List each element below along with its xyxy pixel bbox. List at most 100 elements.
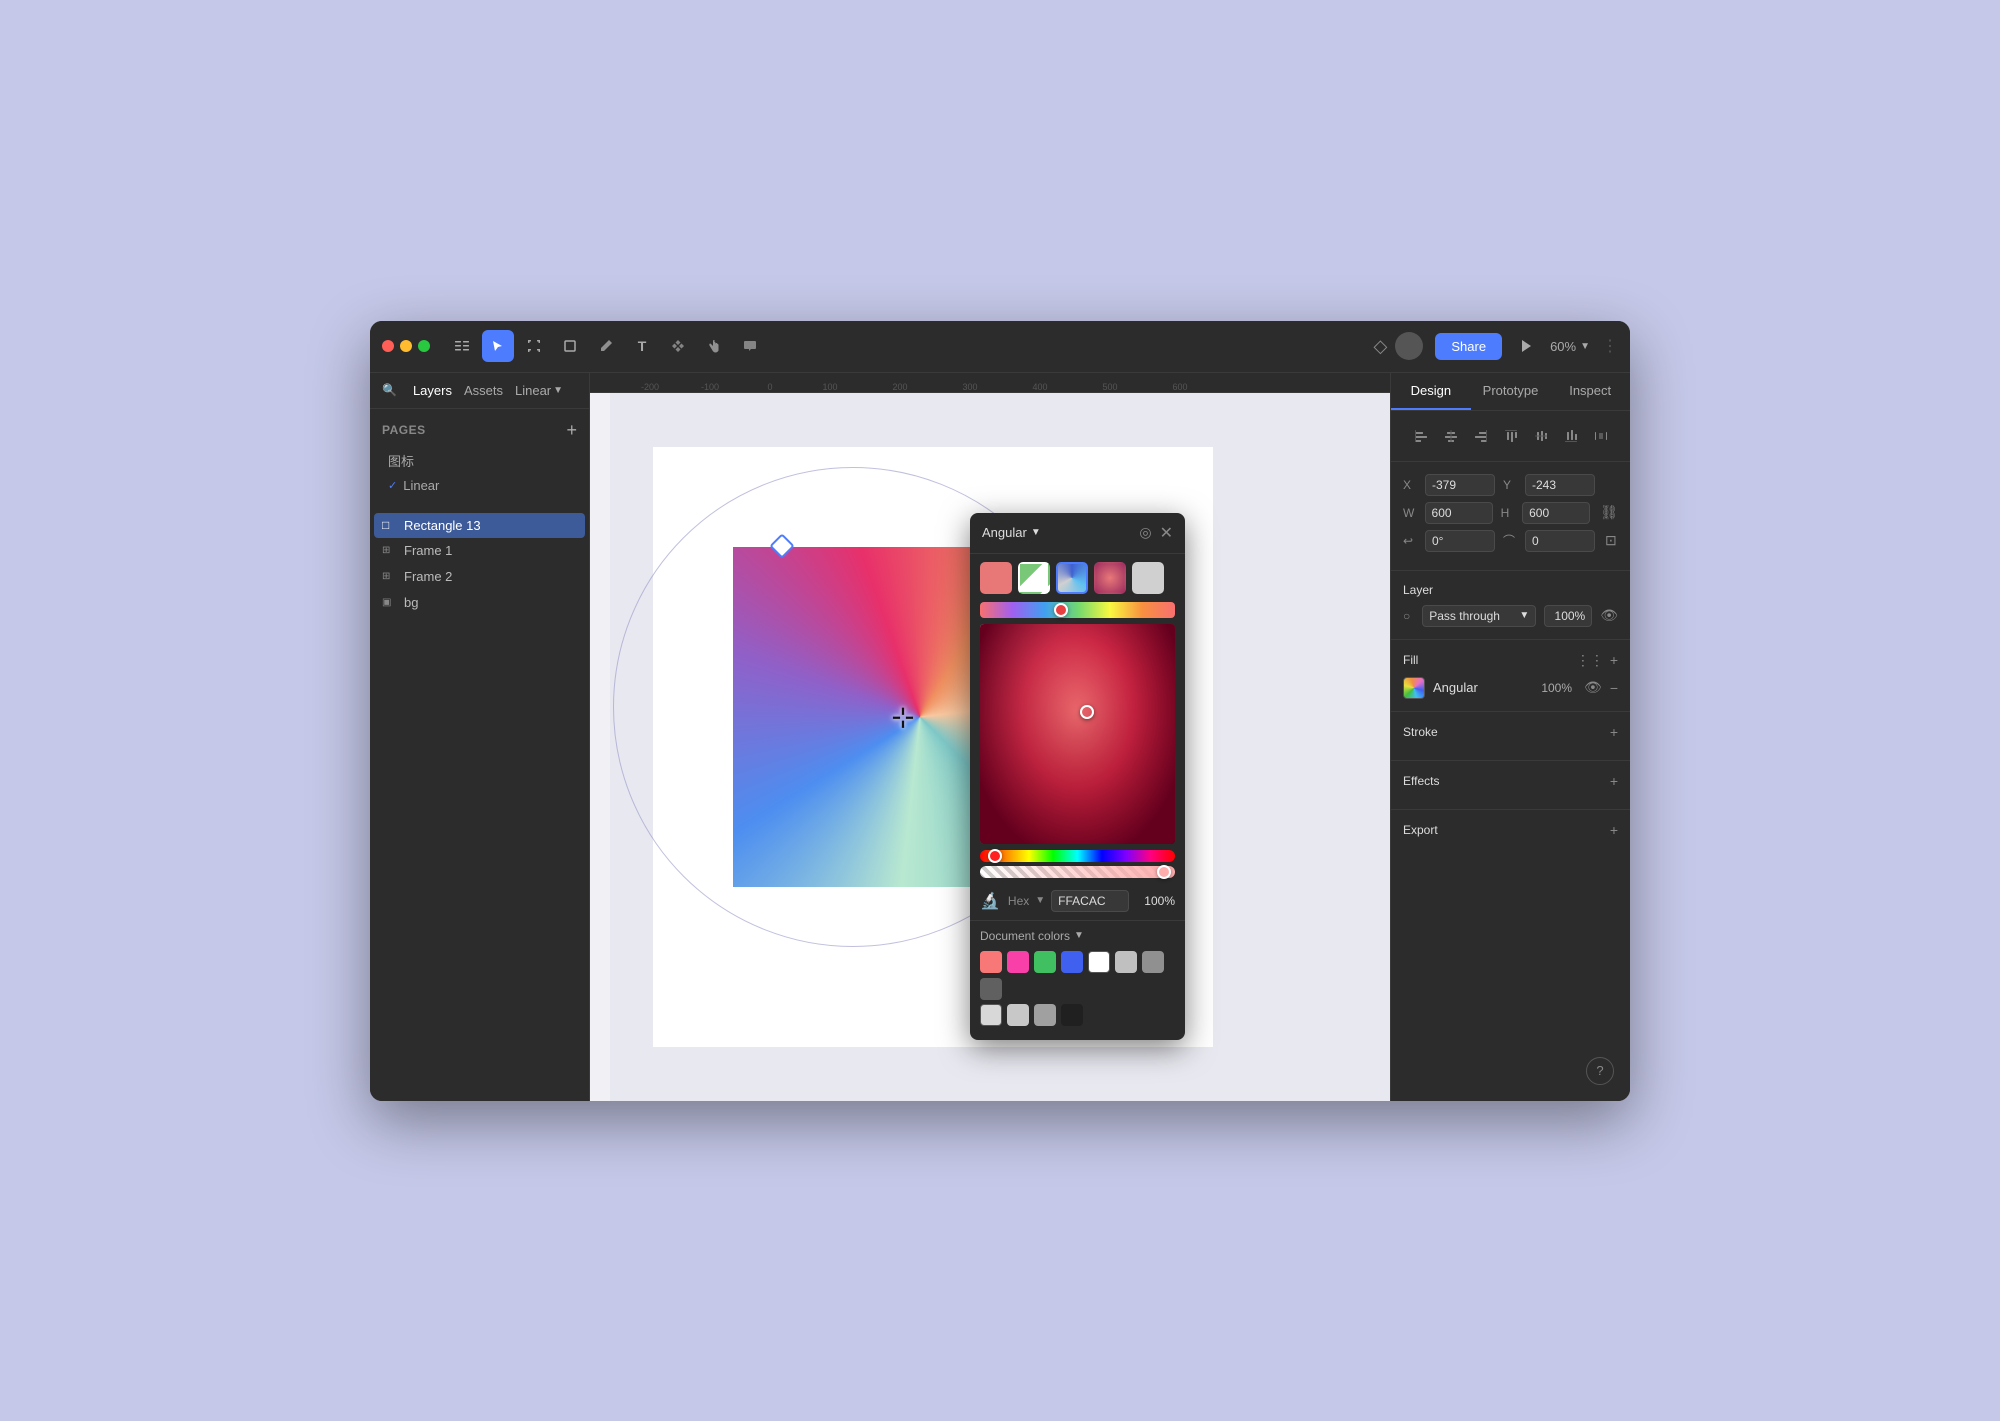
cp-type-solid[interactable] [980, 562, 1012, 594]
doc-swatch[interactable] [980, 1004, 1002, 1026]
export-section: Export + [1391, 810, 1630, 858]
menu-tool-button[interactable] [446, 330, 478, 362]
add-page-button[interactable]: + [566, 421, 577, 439]
effects-section-actions: + [1610, 773, 1618, 789]
hand-tool-button[interactable] [698, 330, 730, 362]
fill-type-label[interactable]: Angular [1433, 680, 1533, 695]
distribute-h-button[interactable] [1588, 423, 1614, 449]
layer-frame2[interactable]: ⊞ Frame 2 〜 [374, 564, 585, 590]
help-button[interactable]: ? [1586, 1057, 1614, 1085]
search-icon[interactable]: 🔍 [382, 383, 397, 397]
pen-tool-button[interactable] [590, 330, 622, 362]
cp-hue-bar[interactable] [980, 850, 1175, 862]
doc-swatch[interactable] [1088, 951, 1110, 973]
align-center-v-button[interactable] [1528, 423, 1554, 449]
cp-type-radial[interactable] [1094, 562, 1126, 594]
shape-tool-button[interactable] [554, 330, 586, 362]
comment-tool-button[interactable] [734, 330, 766, 362]
diamond-icon[interactable]: ◇ [1374, 336, 1388, 357]
expand-corners-button[interactable]: ⊡ [1605, 532, 1617, 549]
doc-swatch[interactable] [1007, 1004, 1029, 1026]
add-fill-button[interactable]: + [1610, 652, 1618, 669]
color-picker-popup: Angular ▼ ◎ ✕ [970, 513, 1185, 1040]
align-top-button[interactable] [1498, 423, 1524, 449]
layer-frame1[interactable]: ⊞ Frame 1 〜 [374, 538, 585, 564]
remove-fill-button[interactable]: − [1610, 680, 1618, 696]
align-bottom-button[interactable] [1558, 423, 1584, 449]
layers-tab[interactable]: Layers [413, 381, 452, 400]
close-button[interactable] [382, 340, 394, 352]
cp-gradient-handle[interactable] [1054, 603, 1068, 617]
doc-swatch[interactable] [1115, 951, 1137, 973]
doc-swatch[interactable] [1007, 951, 1029, 973]
h-input[interactable]: 600 [1522, 502, 1590, 524]
gradient-handle-top[interactable] [769, 533, 794, 558]
frame-tool-button[interactable] [518, 330, 550, 362]
minimize-button[interactable] [400, 340, 412, 352]
doc-swatch[interactable] [1061, 951, 1083, 973]
tab-design[interactable]: Design [1391, 373, 1471, 410]
visibility-toggle[interactable]: 👁 [1600, 607, 1618, 624]
breadcrumb[interactable]: Linear ▼ [515, 383, 563, 398]
add-stroke-button[interactable]: + [1610, 724, 1618, 740]
cp-doc-colors: Document colors ▼ [970, 929, 1185, 1040]
cp-doc-title[interactable]: Document colors ▼ [980, 929, 1175, 943]
x-input[interactable]: -379 [1425, 474, 1495, 496]
opacity-input[interactable]: 100% [1135, 894, 1175, 908]
align-left-button[interactable] [1408, 423, 1434, 449]
page-item-linear[interactable]: ✓ Linear [382, 474, 577, 497]
fill-visibility-icon[interactable]: 👁 [1584, 679, 1602, 696]
tab-inspect[interactable]: Inspect [1550, 373, 1630, 410]
y-input[interactable]: -243 [1525, 474, 1595, 496]
constrain-proportions-button[interactable]: ⛓ [1600, 504, 1618, 521]
cp-alpha-bar[interactable] [980, 866, 1175, 878]
select-tool-button[interactable] [482, 330, 514, 362]
assets-tab[interactable]: Assets [464, 381, 503, 400]
component-tool-button[interactable] [662, 330, 694, 362]
hex-input[interactable]: FFACAC [1051, 890, 1129, 912]
text-tool-button[interactable]: T [626, 330, 658, 362]
layer-bg[interactable]: ▣ bg 〜 [374, 590, 585, 616]
more-options-icon[interactable]: ⋮ [1602, 336, 1618, 356]
cp-type-angular[interactable] [1056, 562, 1088, 594]
cp-type-image[interactable] [1132, 562, 1164, 594]
cp-alpha-handle[interactable] [1157, 865, 1171, 879]
w-input[interactable]: 600 [1425, 502, 1493, 524]
fill-grid-icon[interactable]: ⋮⋮ [1576, 652, 1604, 669]
maximize-button[interactable] [418, 340, 430, 352]
tab-prototype[interactable]: Prototype [1471, 373, 1551, 410]
cp-settings-icon[interactable]: ◎ [1139, 524, 1151, 541]
play-button[interactable] [1510, 330, 1542, 362]
fill-color-swatch[interactable] [1403, 677, 1425, 699]
cp-hue-handle[interactable] [988, 849, 1002, 863]
blend-mode-select[interactable]: Pass through ▼ [1422, 605, 1536, 627]
add-export-button[interactable]: + [1610, 822, 1618, 838]
corner-input[interactable]: 0 [1525, 530, 1595, 552]
add-effect-button[interactable]: + [1610, 773, 1618, 789]
hex-dropdown-icon[interactable]: ▼ [1035, 895, 1045, 906]
cp-type-linear[interactable] [1018, 562, 1050, 594]
doc-swatch[interactable] [1034, 1004, 1056, 1026]
rotation-input[interactable]: 0° [1425, 530, 1495, 552]
align-right-button[interactable] [1468, 423, 1494, 449]
cp-selector-dot[interactable] [1080, 705, 1094, 719]
fill-opacity-value[interactable]: 100% [1541, 681, 1572, 695]
doc-swatch[interactable] [1061, 1004, 1083, 1026]
eyedropper-icon[interactable]: 🔬 [980, 891, 1000, 911]
page-item-icon[interactable]: 图标 [382, 447, 577, 474]
cp-close-button[interactable]: ✕ [1160, 523, 1173, 543]
cp-color-area[interactable] [980, 624, 1175, 844]
doc-swatch[interactable] [1034, 951, 1056, 973]
doc-swatch[interactable] [980, 951, 1002, 973]
cp-title[interactable]: Angular ▼ [982, 525, 1041, 540]
align-center-h-button[interactable] [1438, 423, 1464, 449]
doc-swatch[interactable] [980, 978, 1002, 1000]
zoom-control[interactable]: 60% ▼ [1550, 339, 1590, 354]
opacity-input[interactable]: 100% [1544, 605, 1592, 627]
doc-swatch[interactable] [1142, 951, 1164, 973]
share-button[interactable]: Share [1435, 333, 1502, 360]
cp-gradient-bar[interactable] [980, 602, 1175, 618]
canvas-area[interactable]: -200 -100 0 100 200 300 400 500 600 [590, 373, 1390, 1101]
layer-rectangle13[interactable]: □ Rectangle 13 [374, 513, 585, 538]
layers-section: □ Rectangle 13 ⊞ Frame 1 〜 ⊞ Frame 2 〜 ▣… [370, 509, 589, 1101]
